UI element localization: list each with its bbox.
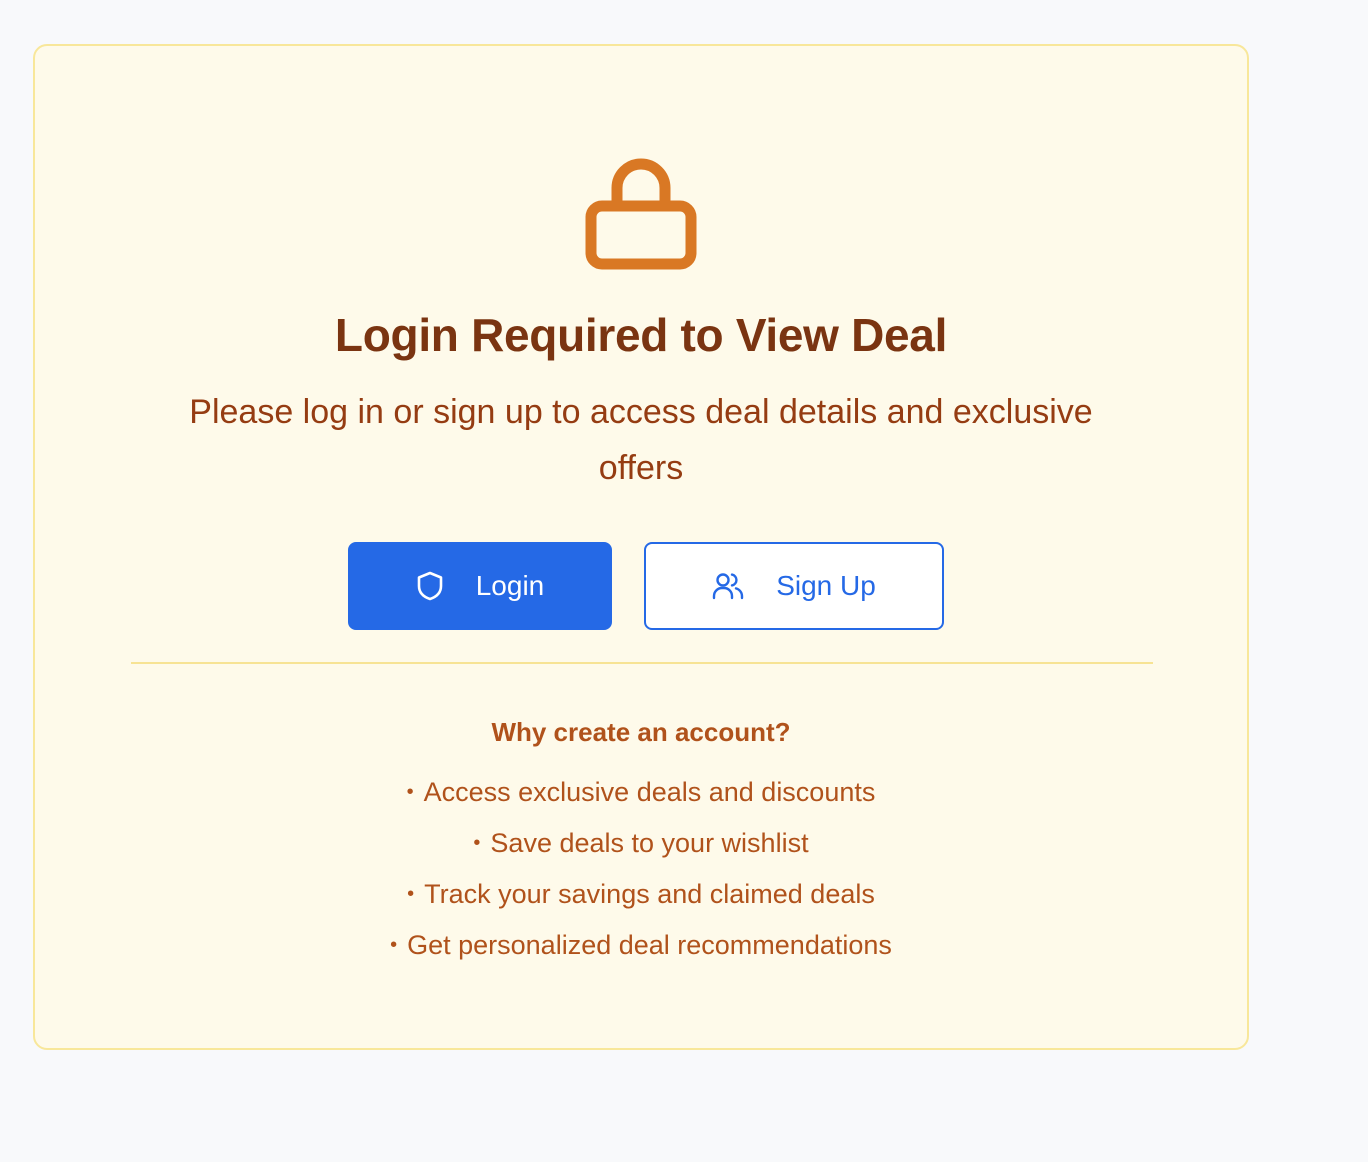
list-item: • Track your savings and claimed deals [35,870,1247,921]
page-subtitle: Please log in or sign up to access deal … [189,393,1093,487]
lock-icon-container [35,146,1247,270]
page-title: Login Required to View Deal [334,309,948,361]
login-button-label: Login [475,570,545,601]
benefit-text: Get personalized deal recommendations [407,930,892,960]
shield-icon [417,571,443,601]
section-divider [131,662,1153,664]
bullet: • [407,883,415,905]
login-button[interactable]: Login [348,542,612,630]
bullet: • [390,934,398,956]
bullet: • [473,832,481,854]
users-icon [712,573,744,600]
login-required-card: Login Required to View Deal Please log i… [33,44,1249,1050]
benefits-list: • Access exclusive deals and discounts • S… [35,768,1247,972]
signup-button-label: Sign Up [776,570,876,601]
auth-buttons: Login Sign Up [35,542,1247,630]
benefit-text: Access exclusive deals and discounts [423,777,876,807]
lock-icon [585,158,697,270]
list-item: • Access exclusive deals and discounts [35,768,1247,819]
benefit-text: Track your savings and claimed deals [424,879,875,909]
bullet: • [406,781,414,803]
signup-button[interactable]: Sign Up [644,542,944,630]
list-item: • Get personalized deal recommendations [35,921,1247,972]
list-item: • Save deals to your wishlist [35,819,1247,870]
benefit-text: Save deals to your wishlist [490,828,809,858]
benefits-heading: Why create an account? [491,717,791,747]
